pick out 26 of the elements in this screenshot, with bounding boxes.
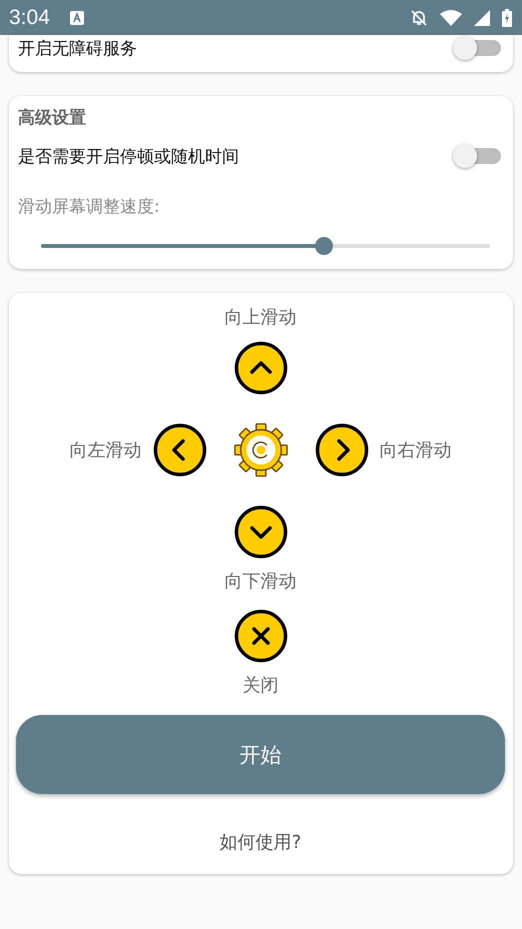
gear-icon [232, 421, 288, 479]
direction-label: 向左滑动 [70, 439, 142, 462]
direction-label: 向下滑动 [224, 570, 296, 593]
status-time: 3:04 [9, 6, 50, 30]
keyboard-app-icon [70, 10, 84, 24]
toggle-switch[interactable] [453, 35, 501, 61]
left-arrow-button[interactable] [152, 423, 206, 477]
section-title: 高级设置 [18, 107, 87, 129]
setting-label: 是否需要开启停顿或随机时间 [18, 146, 239, 168]
right-arrow-button[interactable] [314, 423, 368, 477]
direction-label: 向右滑动 [380, 439, 452, 462]
speed-slider[interactable] [41, 237, 490, 255]
wifi-icon [440, 10, 462, 26]
up-arrow-button[interactable] [234, 341, 288, 395]
close-label: 关闭 [242, 674, 278, 697]
signal-icon [474, 10, 490, 26]
help-link[interactable]: 如何使用? [220, 830, 302, 854]
muted-bell-icon [410, 8, 428, 26]
direction-label: 向上滑动 [224, 306, 296, 329]
setting-label: 开启无障碍服务 [18, 38, 137, 60]
start-button[interactable]: 开始 [16, 715, 505, 794]
toggle-switch[interactable] [453, 143, 501, 169]
speed-label: 滑动屏幕调整速度: [18, 196, 161, 218]
down-arrow-button[interactable] [234, 505, 288, 559]
close-button[interactable] [234, 609, 288, 663]
battery-icon [502, 8, 512, 26]
